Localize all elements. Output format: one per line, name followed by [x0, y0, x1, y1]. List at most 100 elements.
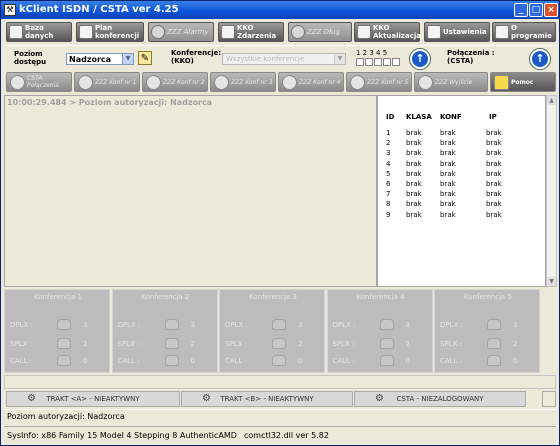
tab-row: CSTA Połączenia ZZZ Konf nr 1 ZZZ Konf n… — [4, 72, 556, 93]
table-cell: brak — [440, 190, 456, 199]
connections-up-button[interactable]: ↑ — [530, 49, 550, 69]
window-title: kClient ISDN / CSTA ver 4.25 — [19, 4, 179, 15]
table-cell: brak — [440, 210, 456, 219]
update-button[interactable]: KKO Aktualizacja — [354, 22, 421, 42]
conf-check-5[interactable] — [392, 58, 400, 66]
tab-conf-5[interactable]: ZZZ Konf nr 5 — [346, 72, 412, 92]
table-cell: brak — [406, 139, 422, 148]
gear-icon: ⚙ — [27, 393, 36, 404]
close-button[interactable]: × — [544, 3, 558, 17]
conf-check-3[interactable] — [374, 58, 382, 66]
tab-label: ZZZ Konf nr 4 — [299, 78, 341, 86]
gear-icon: ⚙ — [375, 393, 384, 404]
table-cell: brak — [406, 169, 422, 178]
table-cell: brak — [486, 169, 502, 178]
call-value: 0 — [83, 357, 88, 365]
status-indicator — [542, 391, 556, 407]
conference-title: Konferencja 4 — [356, 293, 405, 301]
call-value: 0 — [298, 357, 303, 365]
maximize-button[interactable]: □ — [529, 3, 543, 17]
phone-icon — [57, 338, 71, 349]
conf-check-2[interactable] — [365, 58, 373, 66]
events-button[interactable]: KKO Zdarzenia — [218, 22, 284, 42]
table-cell: 9 — [386, 210, 391, 219]
access-level-label: Poziom dostępu — [14, 50, 47, 66]
conference-title: Konferencja 3 — [249, 293, 297, 301]
conference-box: Konferencja 5 DPLX : 3 SPLX : 2 CALL : 0 — [434, 289, 540, 373]
log-line: 10:00:29.484 > Poziom autoryzacji: Nadzo… — [7, 98, 213, 107]
conf-check-1[interactable] — [356, 58, 364, 66]
phone-icon — [487, 355, 501, 366]
conference-icon — [214, 75, 229, 90]
debt-button[interactable]: ZZZ Dług — [288, 22, 352, 42]
conf-check-4[interactable] — [383, 58, 391, 66]
table-cell: brak — [486, 210, 502, 219]
conference-plan-label: Plan konferencji — [95, 24, 140, 40]
status-bar-auth: Poziom autoryzacji: Nadzorca — [4, 409, 556, 424]
about-label: O programie — [511, 24, 552, 40]
debt-icon — [291, 25, 305, 39]
splx-value: 2 — [298, 340, 303, 348]
access-level-select[interactable]: Nadzorca ▼ — [66, 53, 134, 65]
conference-icon — [350, 75, 365, 90]
phone-icon — [272, 319, 286, 330]
trunk-a-label: TRAKT <A> - NIEAKTYWNY — [46, 395, 140, 403]
scroll-up-icon[interactable]: ▲ — [547, 96, 556, 105]
phone-icon — [487, 319, 501, 330]
about-button[interactable]: O programie — [492, 22, 556, 42]
tab-conf-1[interactable]: ZZZ Konf nr 1 — [74, 72, 140, 92]
splx-label: SPLX : — [225, 340, 247, 348]
update-label: KKO Aktualizacja — [373, 24, 421, 40]
conference-select[interactable]: Wszystkie konferencje ▼ — [222, 53, 346, 65]
id-table: ID KLASA KONF IP 1 brak brak brak 2 brak brak b… — [377, 95, 546, 287]
splx-value: 2 — [513, 340, 518, 348]
table-cell: brak — [440, 169, 456, 178]
conference-numbers: 1 2 3 4 5 — [356, 49, 388, 57]
tab-label: ZZZ Konf nr 5 — [367, 78, 409, 86]
tab-exit[interactable]: ZZZ Wyjście — [414, 72, 488, 92]
gear-icon: ⚙ — [202, 393, 211, 404]
table-cell: 5 — [386, 169, 391, 178]
tab-conf-3[interactable]: ZZZ Konf nr 3 — [210, 72, 276, 92]
database-button[interactable]: Baza danych — [6, 22, 72, 42]
table-cell: brak — [440, 200, 456, 209]
settings-button[interactable]: Ustawienia — [424, 22, 490, 42]
table-cell: brak — [440, 149, 456, 158]
tab-help[interactable]: Pomoc — [490, 72, 556, 92]
dplx-value: 3 — [513, 321, 518, 329]
table-cell: brak — [406, 210, 422, 219]
col-konf: KONF — [440, 113, 462, 121]
dplx-label: DPLX : — [332, 321, 356, 329]
title-bar: ⚒ kClient ISDN / CSTA ver 4.25 _ □ × — [1, 1, 559, 19]
debt-label: ZZZ Dług — [307, 28, 340, 36]
sysinfo-text: SysInfo: x86 Family 15 Model 4 Stepping … — [7, 431, 237, 440]
alarms-button[interactable]: ZZZ Alarmy — [148, 22, 214, 42]
tab-csta-connections[interactable]: CSTA Połączenia — [6, 72, 72, 92]
conference-icon — [146, 75, 161, 90]
database-icon — [9, 25, 23, 39]
csta-status: ⚙ CSTA - NIEZALOGOWANY — [354, 391, 526, 407]
scrollbar[interactable]: ▲ ▼ — [546, 95, 557, 287]
status-bar-sysinfo: SysInfo: x86 Family 15 Model 4 Stepping … — [4, 426, 556, 444]
tab-label: ZZZ Konf nr 3 — [231, 78, 273, 86]
table-cell: brak — [486, 159, 502, 168]
table-cell: 6 — [386, 180, 391, 188]
table-cell: brak — [486, 190, 502, 199]
trunk-b-status: ⚙ TRAKT <B> - NIEAKTYWNY — [181, 391, 353, 407]
controls-row: Poziom dostępu Nadzorca ▼ ✎ Konferencje:… — [4, 45, 556, 71]
call-label: CALL : — [440, 357, 463, 365]
magic-wand-icon[interactable]: ✎ — [138, 51, 152, 65]
minimize-button[interactable]: _ — [514, 3, 528, 17]
conference-icon — [282, 75, 297, 90]
conference-up-button[interactable]: ↑ — [410, 49, 430, 69]
trunk-b-label: TRAKT <B> - NIEAKTYWNY — [220, 395, 314, 403]
conference-summary: Konferencja 1 DPLX :3 SPLX :2 CALL :0 Konfer… — [4, 289, 556, 373]
tab-conf-2[interactable]: ZZZ Konf nr 2 — [142, 72, 208, 92]
app-window: ⚒ kClient ISDN / CSTA ver 4.25 _ □ × Baz… — [0, 0, 560, 446]
tab-conf-4[interactable]: ZZZ Konf nr 4 — [278, 72, 344, 92]
phone-icon — [379, 319, 394, 330]
conference-plan-button[interactable]: Plan konferencji — [76, 22, 144, 42]
table-cell: brak — [486, 139, 502, 148]
log-panel[interactable]: 10:00:29.484 > Poziom autoryzacji: Nadzo… — [4, 95, 377, 287]
scroll-down-icon[interactable]: ▼ — [547, 277, 556, 286]
